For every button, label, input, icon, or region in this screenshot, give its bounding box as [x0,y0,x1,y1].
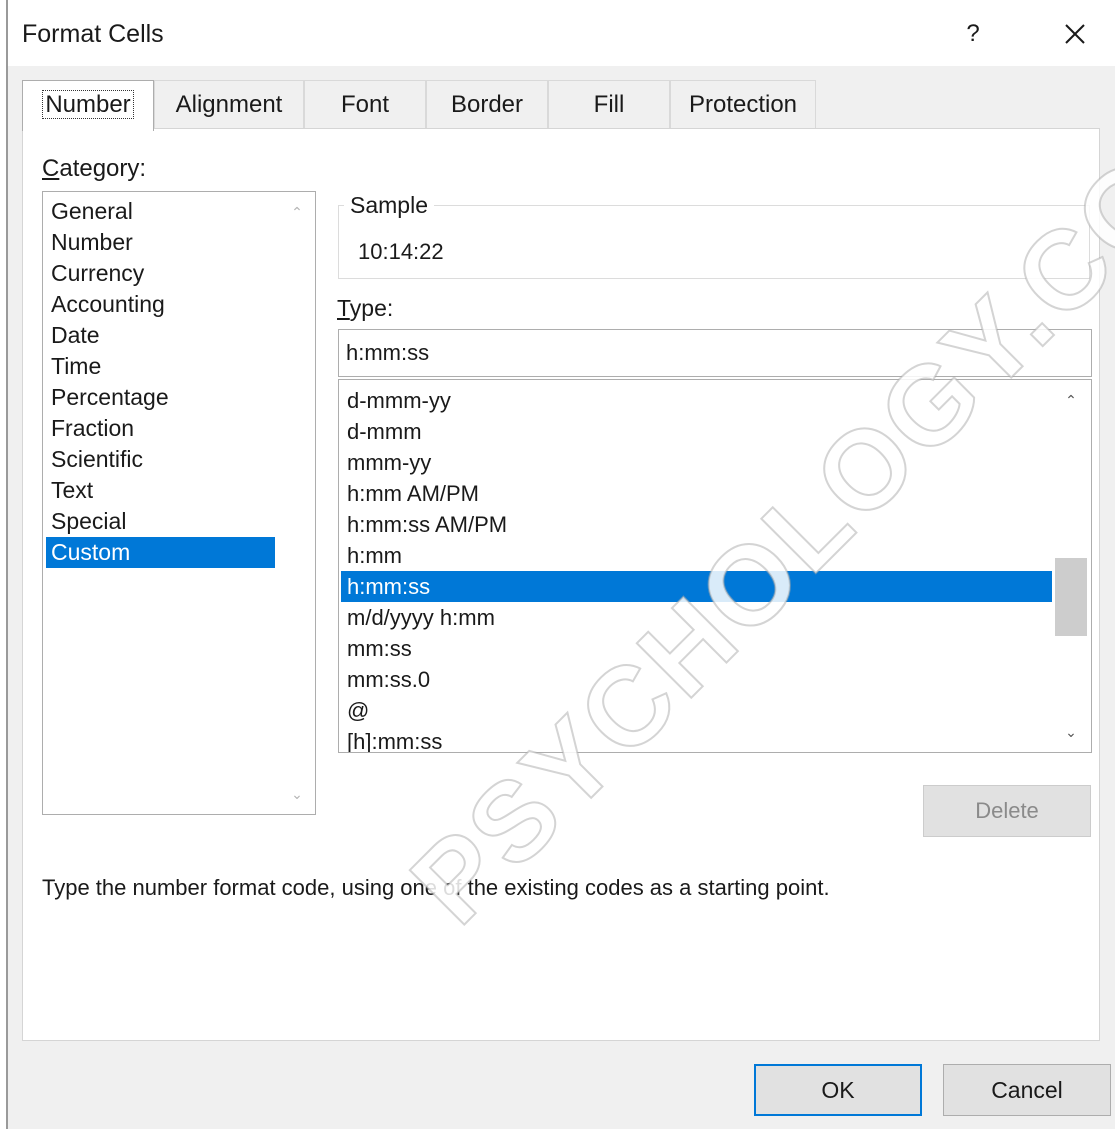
category-item-text[interactable]: Text [46,475,275,506]
type-item[interactable]: mm:ss.0 [341,664,1052,695]
type-item[interactable]: m/d/yyyy h:mm [341,602,1052,633]
title-bar: Format Cells ? [8,0,1115,66]
sample-label: Sample [344,192,434,219]
category-listbox[interactable]: General Number Currency Accounting Date … [42,191,316,815]
tab-font[interactable]: Font [304,80,426,128]
close-button[interactable] [1053,14,1097,54]
type-item[interactable]: d-mmm [341,416,1052,447]
category-item-accounting[interactable]: Accounting [46,289,275,320]
category-item-special[interactable]: Special [46,506,275,537]
type-scroll-down-icon[interactable]: ⌄ [1057,720,1085,744]
category-item-number[interactable]: Number [46,227,275,258]
dialog-title: Format Cells [22,20,164,48]
tab-alignment[interactable]: Alignment [154,80,304,128]
close-icon [1065,24,1085,44]
category-item-percentage[interactable]: Percentage [46,382,275,413]
type-item[interactable]: mm:ss [341,633,1052,664]
type-item-selected[interactable]: h:mm:ss [341,571,1052,602]
tab-protection[interactable]: Protection [670,80,816,128]
cancel-button[interactable]: Cancel [943,1064,1111,1116]
number-tab-panel: Category: General Number Currency Accoun… [22,128,1100,1041]
ok-button[interactable]: OK [754,1064,922,1116]
type-item[interactable]: d-mmm-yy [341,385,1052,416]
tab-strip: Number Alignment Font Border Fill Protec… [22,80,1100,131]
category-label: Category: [42,155,147,182]
category-scroll-up-icon[interactable]: ⌃ [283,200,311,224]
type-scroll-up-icon[interactable]: ⌃ [1057,388,1085,412]
type-item[interactable]: h:mm [341,540,1052,571]
hint-text: Type the number format code, using one o… [42,875,830,900]
sample-groupbox [338,205,1090,279]
type-item[interactable]: @ [341,695,1052,726]
category-item-fraction[interactable]: Fraction [46,413,275,444]
category-item-custom[interactable]: Custom [46,537,275,568]
type-item[interactable]: [h]:mm:ss [341,726,1052,752]
tab-number[interactable]: Number [22,80,154,131]
category-item-scientific[interactable]: Scientific [46,444,275,475]
category-item-currency[interactable]: Currency [46,258,275,289]
category-item-date[interactable]: Date [46,320,275,351]
delete-button[interactable]: Delete [923,785,1091,837]
help-button[interactable]: ? [953,16,993,52]
type-item[interactable]: mmm-yy [341,447,1052,478]
window-left-edge [0,0,8,1129]
sample-value: 10:14:22 [358,239,444,264]
dialog-body: Number Alignment Font Border Fill Protec… [8,66,1115,1129]
category-item-general[interactable]: General [46,196,275,227]
tab-fill[interactable]: Fill [548,80,670,128]
type-listbox[interactable]: d-mmm-yy d-mmm mmm-yy h:mm AM/PM h:mm:ss… [338,379,1092,753]
type-input[interactable] [338,329,1092,377]
type-item[interactable]: h:mm:ss AM/PM [341,509,1052,540]
category-item-time[interactable]: Time [46,351,275,382]
type-label: Type: [337,295,394,321]
tab-border[interactable]: Border [426,80,548,128]
type-scrollbar-thumb[interactable] [1055,558,1087,636]
type-item[interactable]: h:mm AM/PM [341,478,1052,509]
category-scroll-down-icon[interactable]: ⌄ [283,782,311,806]
